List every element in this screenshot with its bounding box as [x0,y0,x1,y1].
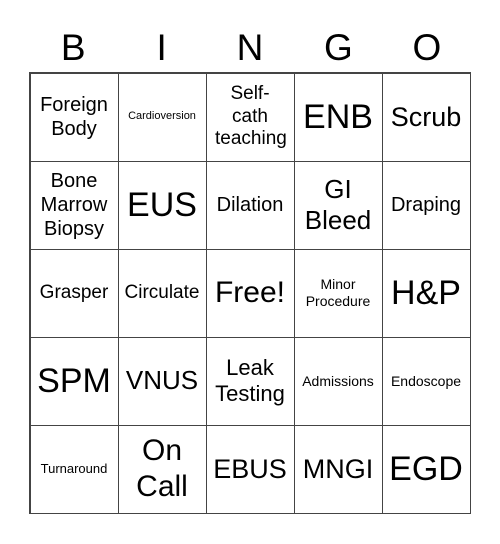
bingo-cell[interactable]: Bone Marrow Biopsy [29,160,119,250]
bingo-cell[interactable]: EBUS [205,424,295,514]
bingo-cell[interactable]: Cardioversion [117,72,207,162]
bingo-header: B I N G O [29,24,471,72]
bingo-cell[interactable]: MNGI [293,424,383,514]
bingo-cell[interactable]: Admissions [293,336,383,426]
bingo-cell[interactable]: Grasper [29,248,119,338]
bingo-cell[interactable]: Self-cath teaching [205,72,295,162]
bingo-cell[interactable]: SPM [29,336,119,426]
bingo-cell[interactable]: ENB [293,72,383,162]
bingo-cell[interactable]: Foreign Body [29,72,119,162]
bingo-cell[interactable]: EUS [117,160,207,250]
bingo-cell[interactable]: Circulate [117,248,207,338]
bingo-cell[interactable]: Turnaround [29,424,119,514]
bingo-cell[interactable]: Dilation [205,160,295,250]
bingo-cell[interactable]: H&P [381,248,471,338]
header-letter-n: N [236,27,264,68]
bingo-cell[interactable]: Leak Testing [205,336,295,426]
bingo-cell[interactable]: GI Bleed [293,160,383,250]
bingo-cell[interactable]: VNUS [117,336,207,426]
header-letter-o: O [412,27,442,68]
bingo-cell[interactable]: Scrub [381,72,471,162]
header-letter-i: I [156,27,167,68]
bingo-cell[interactable]: Draping [381,160,471,250]
header-letter-b: B [60,27,86,68]
bingo-cell[interactable]: Free! [205,248,295,338]
bingo-cell[interactable]: Minor Procedure [293,248,383,338]
header-letter-g: G [324,27,353,68]
bingo-cell[interactable]: On Call [117,424,207,514]
bingo-cell[interactable]: EGD [381,424,471,514]
bingo-cell[interactable]: Endoscope [381,336,471,426]
bingo-grid: Foreign Body Cardioversion Self-cath teach… [29,72,471,514]
